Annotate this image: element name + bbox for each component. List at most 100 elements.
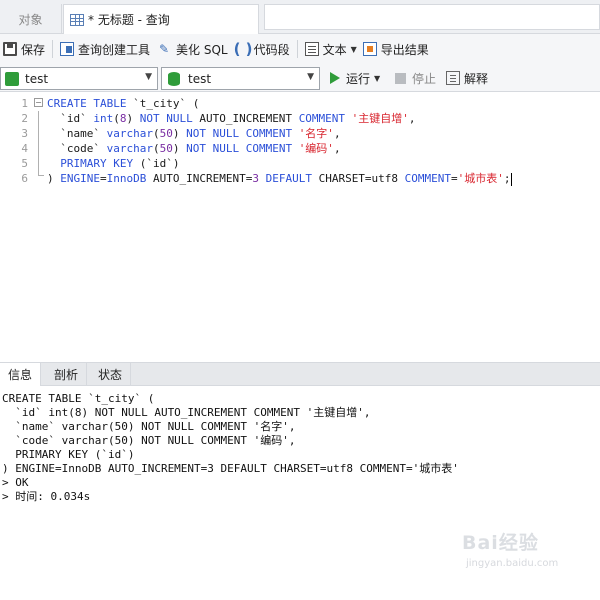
text-mode-button[interactable]: 文本 ▼ bbox=[302, 37, 360, 61]
code-token: InnoDB bbox=[106, 172, 147, 185]
query-grid-icon bbox=[70, 13, 84, 26]
code-token: = bbox=[100, 172, 107, 185]
code-token: (`id`) bbox=[133, 157, 180, 170]
code-token: COMMENT bbox=[245, 127, 293, 140]
code-token: NOT NULL bbox=[139, 112, 193, 125]
code-token: '主键自增' bbox=[351, 112, 409, 125]
export-results-button[interactable]: 导出结果 bbox=[360, 37, 432, 61]
code-token: `t_city` ( bbox=[126, 97, 200, 110]
fold-collapse-icon[interactable]: − bbox=[34, 98, 43, 107]
query-builder-button[interactable]: 查询创建工具 bbox=[57, 37, 153, 61]
code-token: ( bbox=[152, 127, 160, 140]
baidu-jingyan-watermark: Bai经验 jingyan.baidu.com bbox=[462, 528, 592, 584]
tab-bar-empty-area bbox=[264, 4, 600, 30]
document-tab-bar: 对象 * 无标题 - 查询 bbox=[0, 0, 600, 34]
code-text: PRIMARY KEY (`id`) bbox=[47, 156, 179, 171]
run-label: 运行 bbox=[346, 71, 371, 86]
tab-profile[interactable]: 剖析 bbox=[46, 363, 88, 387]
code-token: ; bbox=[503, 172, 511, 185]
code-snippet-icon: ( ) bbox=[233, 40, 253, 58]
tab-query[interactable]: * 无标题 - 查询 bbox=[63, 4, 259, 34]
code-token: DEFAULT bbox=[265, 172, 312, 185]
code-line[interactable]: 4 `code` varchar(50) NOT NULL COMMENT '编… bbox=[0, 141, 600, 156]
code-token: CHARSET=utf8 bbox=[311, 172, 405, 185]
output-line: `code` varchar(50) NOT NULL COMMENT '编码'… bbox=[2, 434, 296, 447]
watermark-logo: Bai经验 bbox=[462, 532, 539, 554]
fold-guide-end bbox=[38, 175, 44, 176]
database-select[interactable]: test ▼ bbox=[161, 67, 320, 90]
code-token: 50 bbox=[159, 142, 173, 155]
tab-query-label: * 无标题 - 查询 bbox=[88, 13, 170, 27]
code-token: '城市表' bbox=[457, 172, 504, 185]
save-icon bbox=[3, 42, 17, 56]
code-token: 3 bbox=[252, 172, 259, 185]
tab-objects[interactable]: 对象 bbox=[0, 4, 62, 34]
output-line: PRIMARY KEY (`id`) bbox=[2, 448, 135, 461]
line-number: 5 bbox=[21, 157, 28, 170]
connection-select[interactable]: test ▼ bbox=[0, 67, 158, 90]
line-number: 6 bbox=[21, 172, 28, 185]
code-token: ) bbox=[172, 127, 187, 140]
code-token: COMMENT bbox=[245, 142, 293, 155]
tab-info-label: 信息 bbox=[8, 368, 33, 382]
code-token: '编码' bbox=[298, 142, 334, 155]
connection-icon bbox=[5, 71, 19, 86]
tab-status[interactable]: 状态 bbox=[90, 363, 132, 387]
code-text: `name` varchar(50) NOT NULL COMMENT '名字'… bbox=[47, 126, 340, 141]
stop-label: 停止 bbox=[412, 71, 437, 86]
database-value: test bbox=[188, 71, 212, 86]
tab-info[interactable]: 信息 bbox=[0, 363, 42, 388]
chevron-down-icon: ▼ bbox=[145, 72, 152, 82]
code-token: AUTO_INCREMENT= bbox=[146, 172, 253, 185]
connection-value: test bbox=[25, 71, 49, 86]
line-number: 3 bbox=[21, 127, 28, 140]
database-icon bbox=[168, 71, 180, 86]
output-line: ) ENGINE=InnoDB AUTO_INCREMENT=3 DEFAULT… bbox=[2, 462, 459, 475]
save-label: 保存 bbox=[21, 42, 46, 57]
line-number: 4 bbox=[21, 142, 28, 155]
output-line: > 时间: 0.034s bbox=[2, 490, 91, 503]
save-button[interactable]: 保存 bbox=[0, 37, 48, 61]
code-token: `id` bbox=[47, 112, 94, 125]
code-token: varchar bbox=[106, 142, 153, 155]
output-line: > OK bbox=[2, 476, 29, 489]
text-mode-label: 文本 bbox=[322, 42, 347, 57]
text-document-icon bbox=[304, 42, 319, 56]
code-line[interactable]: 2 `id` int(8) NOT NULL AUTO_INCREMENT CO… bbox=[0, 111, 600, 126]
tab-objects-label: 对象 bbox=[18, 12, 43, 27]
explain-icon bbox=[446, 71, 460, 85]
code-token: int bbox=[93, 112, 114, 125]
text-cursor bbox=[510, 172, 512, 186]
run-button[interactable]: 运行 ▼ bbox=[330, 67, 380, 89]
code-token: COMMENT bbox=[404, 172, 452, 185]
code-snippet-button[interactable]: ( ) 代码段 bbox=[231, 37, 293, 61]
toolbar-separator bbox=[296, 40, 298, 58]
export-results-label: 导出结果 bbox=[380, 42, 429, 57]
code-line[interactable]: 3 `name` varchar(50) NOT NULL COMMENT '名… bbox=[0, 126, 600, 141]
explain-button[interactable]: 解释 bbox=[446, 67, 488, 89]
sql-editor[interactable]: 1 CREATE TABLE `t_city` (2 `id` int(8) NO… bbox=[0, 92, 600, 360]
stop-icon bbox=[395, 72, 406, 84]
code-token: NOT NULL bbox=[186, 127, 240, 140]
output-line: `id` int(8) NOT NULL AUTO_INCREMENT COMM… bbox=[2, 406, 371, 419]
code-line[interactable]: 6) ENGINE=InnoDB AUTO_INCREMENT=3 DEFAUL… bbox=[0, 171, 600, 186]
chevron-down-icon: ▼ bbox=[307, 72, 314, 82]
code-token: , bbox=[333, 142, 341, 155]
chevron-down-icon: ▼ bbox=[350, 44, 357, 54]
code-token: NOT NULL bbox=[186, 142, 240, 155]
stop-button[interactable]: 停止 bbox=[395, 67, 436, 89]
export-icon bbox=[362, 42, 377, 56]
code-line[interactable]: 1 CREATE TABLE `t_city` ( bbox=[0, 96, 600, 111]
play-icon bbox=[330, 72, 340, 84]
output-line: CREATE TABLE `t_city` ( bbox=[2, 392, 155, 405]
beautify-sql-button[interactable]: ✎ 美化 SQL bbox=[153, 37, 231, 61]
code-line[interactable]: 5 PRIMARY KEY (`id`) bbox=[0, 156, 600, 171]
beautify-icon: ✎ bbox=[159, 42, 170, 56]
code-token: ( bbox=[152, 142, 160, 155]
tab-status-label: 状态 bbox=[98, 368, 123, 382]
